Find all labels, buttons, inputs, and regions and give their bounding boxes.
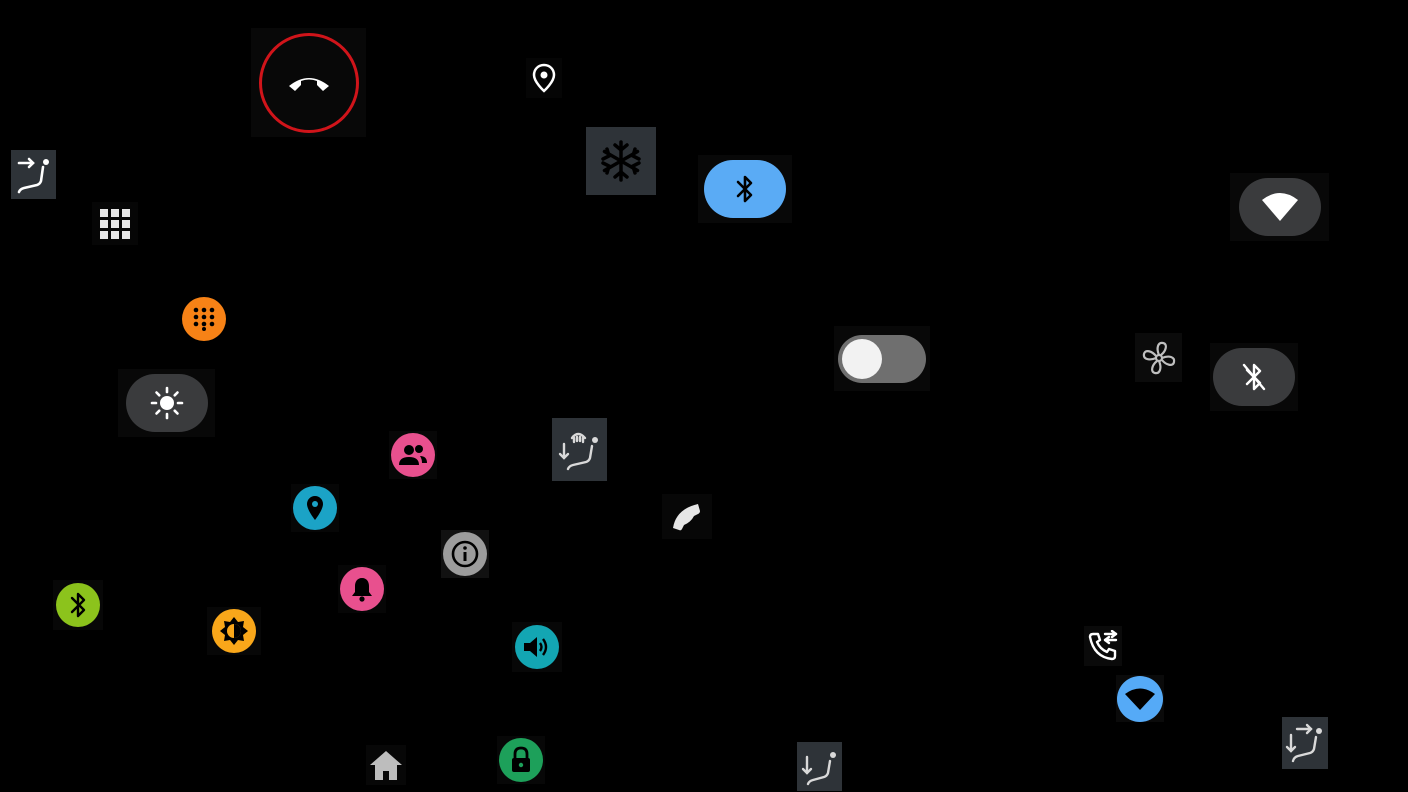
adaptive-brightness-icon: [220, 617, 248, 645]
wifi-signal-icon: [1125, 688, 1155, 710]
lock-circle: [499, 738, 543, 782]
fan-button[interactable]: [1135, 333, 1182, 382]
call-forward-button[interactable]: [1084, 626, 1122, 666]
bluetooth-off-pill: [1213, 348, 1295, 406]
location-button[interactable]: [526, 58, 562, 98]
bluetooth-status-button[interactable]: [53, 580, 103, 630]
toggle-knob: [842, 338, 882, 379]
contacts-circle: [391, 433, 435, 477]
adaptive-brightness-button[interactable]: [207, 607, 261, 655]
bluetooth-icon: [736, 175, 753, 203]
wifi-signal-circle: [1117, 675, 1163, 722]
notification-button[interactable]: [338, 565, 386, 613]
seat-adjust-button[interactable]: [1282, 717, 1328, 769]
map-pin-icon: [307, 496, 323, 520]
seat-direction-button[interactable]: [11, 150, 56, 199]
app-grid-icon: [100, 208, 130, 239]
wifi-pill: [1238, 178, 1321, 236]
brightness-toggle[interactable]: [118, 369, 215, 437]
wifi-signal-button[interactable]: [1116, 675, 1164, 722]
bluetooth-toggle-active[interactable]: [698, 155, 792, 223]
map-pin-button[interactable]: [291, 484, 339, 532]
wifi-toggle[interactable]: [1230, 173, 1329, 241]
contacts-button[interactable]: [389, 431, 437, 479]
hang-up-button[interactable]: [251, 28, 366, 137]
bluetooth-status-circle: [56, 583, 100, 627]
seat-adjust-icon: [1285, 723, 1322, 763]
brightness-icon: [150, 386, 183, 420]
fan-icon: [1142, 341, 1175, 374]
app-grid-button[interactable]: [92, 202, 138, 245]
toggle-track: [838, 334, 926, 383]
seat-heat-button[interactable]: [552, 418, 607, 481]
call-forward-icon: [1088, 630, 1118, 661]
dialpad-button[interactable]: [180, 294, 228, 344]
notification-bell-icon: [352, 578, 372, 602]
lock-icon: [512, 746, 530, 772]
bluetooth-pill: [704, 160, 786, 218]
dialpad-circle: [182, 297, 226, 341]
volume-circle: [515, 625, 559, 669]
home-icon: [370, 751, 402, 780]
contacts-icon: [399, 445, 427, 465]
snowflake-icon: [601, 140, 641, 182]
seat-recline-icon: [801, 751, 836, 785]
info-button[interactable]: [441, 530, 489, 578]
map-pin-circle: [293, 486, 337, 530]
phone-icon: [673, 503, 700, 530]
brightness-pill: [125, 374, 208, 432]
home-button[interactable]: [366, 745, 406, 785]
notification-circle: [340, 567, 384, 611]
wifi-icon: [1261, 193, 1298, 221]
hang-up-icon: [288, 77, 329, 91]
bluetooth-status-icon: [70, 592, 86, 618]
dialpad-icon: [193, 307, 215, 331]
bluetooth-off-icon: [1242, 363, 1266, 391]
info-circle: [443, 532, 487, 576]
toggle-switch[interactable]: [834, 326, 930, 391]
seat-heat-icon: [558, 432, 598, 470]
location-pin-icon: [532, 63, 556, 93]
lock-button[interactable]: [497, 736, 545, 784]
seat-direction-icon: [17, 157, 49, 193]
hang-up-ring: [258, 32, 359, 133]
adaptive-brightness-circle: [212, 609, 256, 653]
volume-button[interactable]: [512, 622, 562, 672]
info-icon: [451, 540, 479, 568]
volume-icon: [524, 637, 548, 657]
ac-snowflake-button[interactable]: [586, 127, 656, 195]
phone-button[interactable]: [662, 494, 712, 539]
seat-recline-button[interactable]: [797, 742, 842, 791]
bluetooth-off-toggle[interactable]: [1210, 343, 1298, 411]
